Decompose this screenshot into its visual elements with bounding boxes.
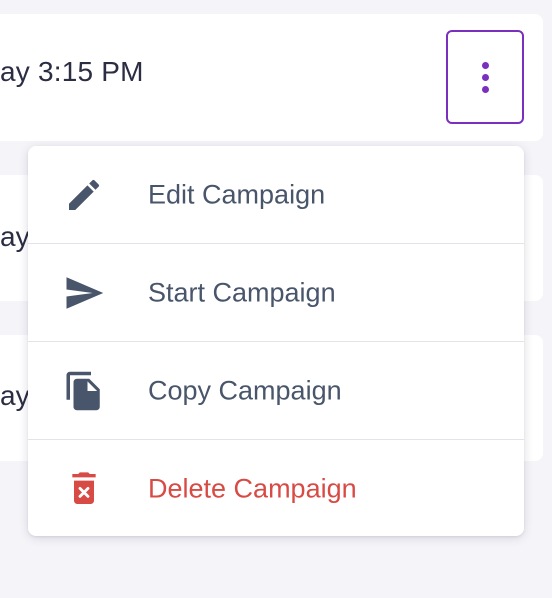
menu-item-start-campaign[interactable]: Start Campaign — [28, 244, 524, 342]
campaign-actions-menu: Edit Campaign Start Campaign Copy Campai… — [28, 146, 524, 536]
send-icon — [62, 271, 106, 315]
menu-item-edit-campaign[interactable]: Edit Campaign — [28, 146, 524, 244]
more-vertical-icon — [481, 61, 489, 69]
campaign-schedule-text: ay 3:15 PM — [0, 56, 144, 87]
menu-item-label: Copy Campaign — [148, 375, 342, 405]
menu-item-label: Delete Campaign — [148, 473, 357, 503]
trash-icon — [62, 467, 106, 511]
campaign-schedule-text: ay — [0, 221, 30, 252]
more-vertical-icon — [481, 85, 489, 93]
menu-item-delete-campaign[interactable]: Delete Campaign — [28, 440, 524, 536]
menu-item-label: Edit Campaign — [148, 179, 326, 209]
menu-item-label: Start Campaign — [148, 277, 336, 307]
copy-icon — [62, 369, 106, 413]
campaign-schedule-text: ay — [0, 380, 30, 411]
menu-item-copy-campaign[interactable]: Copy Campaign — [28, 342, 524, 440]
pencil-icon — [62, 173, 106, 217]
more-vertical-icon — [481, 73, 489, 81]
more-options-button[interactable] — [446, 30, 524, 124]
